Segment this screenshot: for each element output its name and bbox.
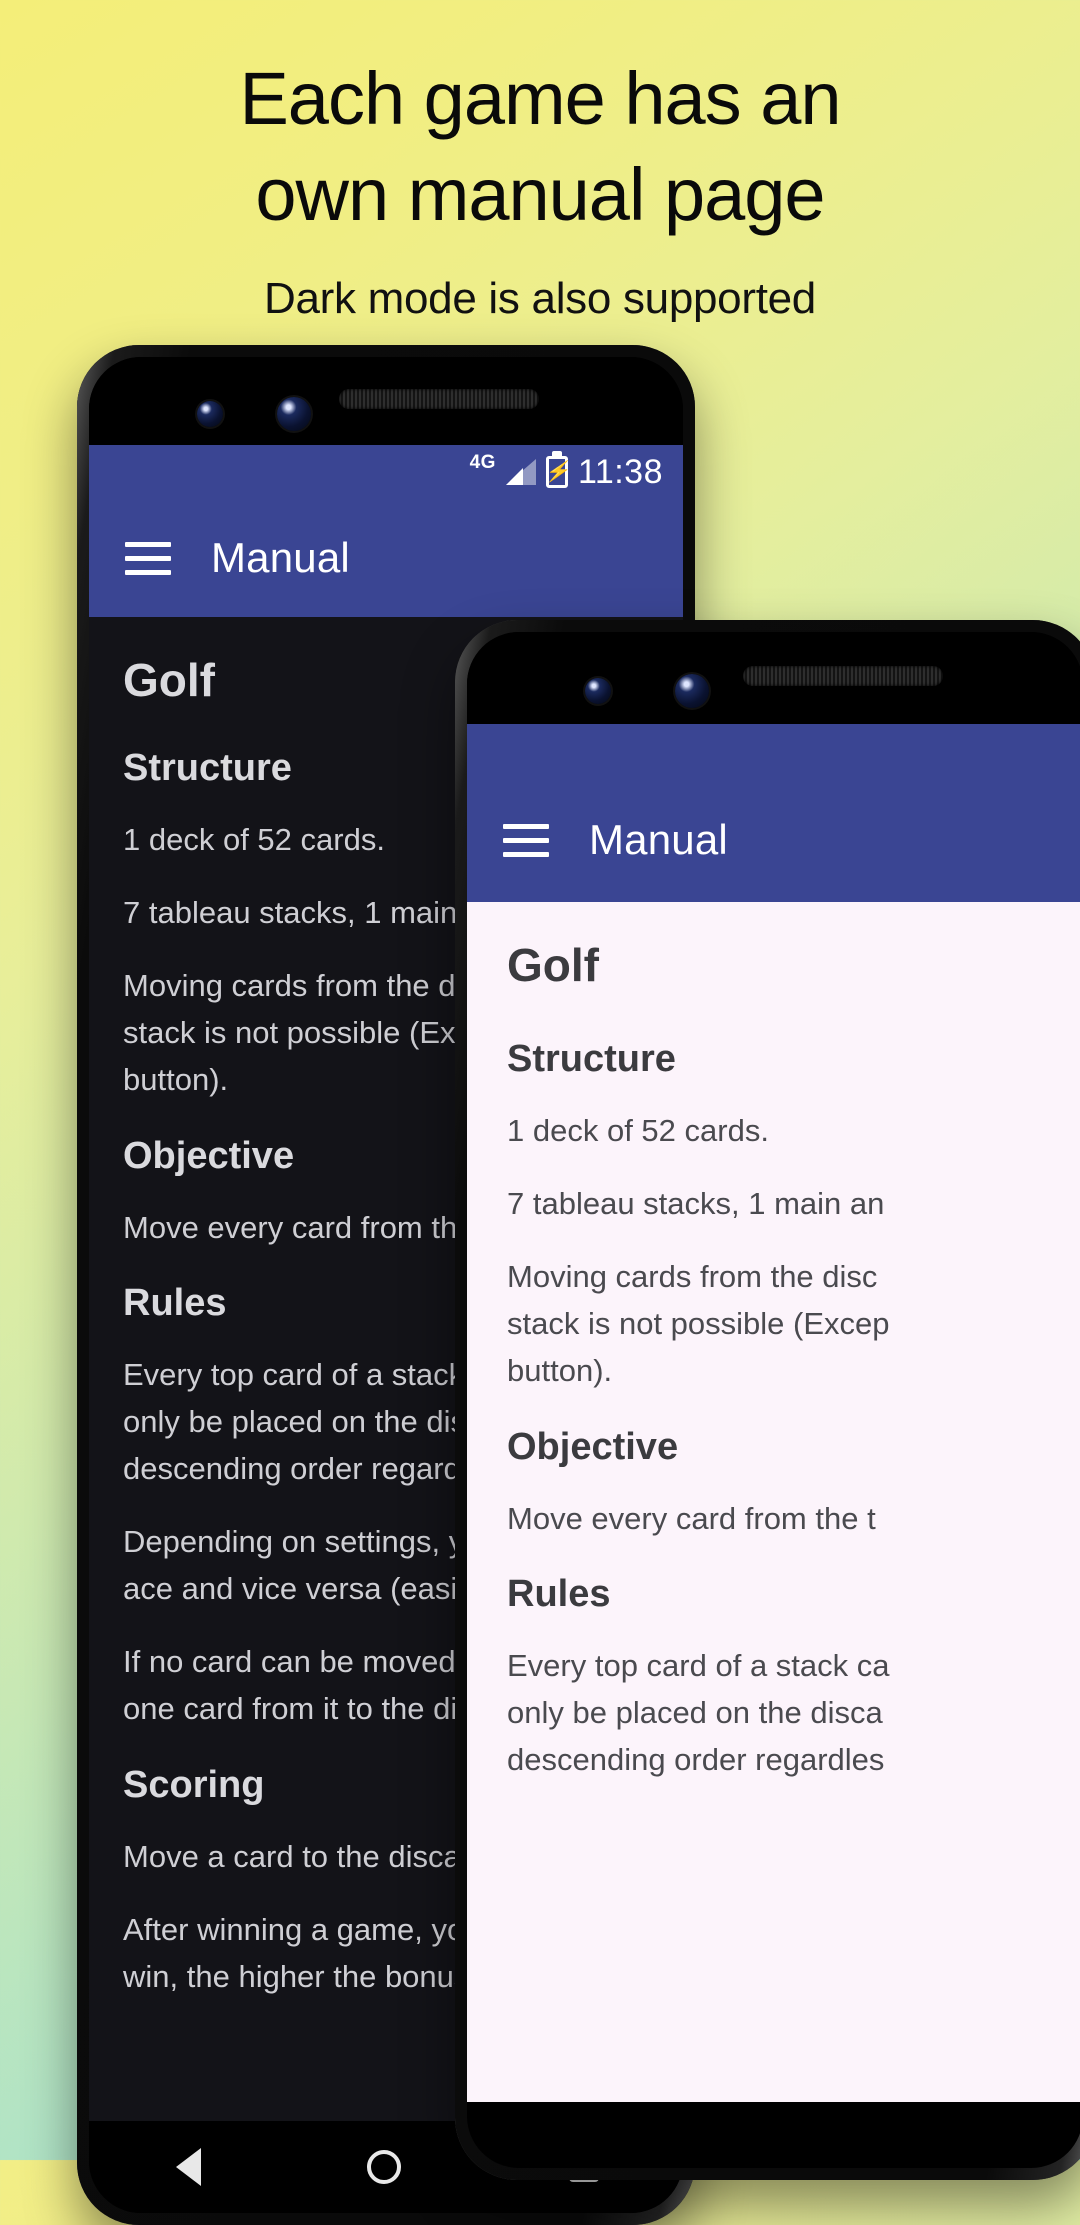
- section-heading-objective: Objective: [507, 1425, 679, 1468]
- phone-top-bezel: [89, 357, 683, 445]
- phone-top-bezel: [467, 632, 1080, 724]
- front-camera-icon: [197, 401, 223, 427]
- headline-line-2: own manual page: [255, 153, 825, 236]
- hamburger-menu-icon[interactable]: [125, 541, 171, 575]
- toolbar-dark: Manual: [89, 499, 683, 617]
- manual-paragraph: Move every card from the t: [507, 1500, 876, 1536]
- page-title: Each game has an own manual page: [0, 62, 1080, 232]
- front-camera-secondary-icon: [675, 674, 709, 708]
- manual-paragraph: only be placed on the disca: [507, 1695, 883, 1731]
- promo-header: Each game has an own manual page Dark mo…: [0, 0, 1080, 324]
- app-bar-dark: 4G ⚡ 11:38 Manual: [89, 445, 683, 617]
- manual-paragraph: Moving cards from the disc: [507, 1258, 878, 1294]
- app-bar-light: 11:38 Manual: [467, 724, 1080, 902]
- nav-back-icon[interactable]: [173, 2146, 201, 2188]
- front-camera-icon: [585, 678, 611, 704]
- promo-subtitle: Dark mode is also supported: [264, 274, 816, 323]
- earpiece-grille-icon: [743, 666, 943, 686]
- toolbar-title: Manual: [589, 816, 728, 863]
- status-bar-dark: 4G ⚡ 11:38: [89, 445, 683, 499]
- battery-charging-icon: ⚡: [544, 456, 569, 488]
- nav-home-icon[interactable]: [367, 2150, 402, 2184]
- manual-content-light[interactable]: Golf Structure 1 deck of 52 cards. 7 tab…: [467, 902, 1080, 2102]
- manual-paragraph: stack is not possible (Excep: [507, 1305, 890, 1341]
- manual-game-title: Golf: [507, 939, 599, 991]
- manual-paragraph: 1 deck of 52 cards.: [507, 1113, 769, 1148]
- manual-paragraph: 7 tableau stacks, 1 main an: [507, 1185, 885, 1221]
- front-camera-secondary-icon: [277, 397, 311, 431]
- manual-paragraph: Every top card of a stack ca: [507, 1648, 890, 1684]
- signal-bars-icon: [505, 459, 536, 485]
- phone-light-mode: 11:38 Manual Golf Structure 1 deck of 52…: [455, 620, 1080, 2180]
- manual-paragraph: descending order regardles: [507, 1742, 885, 1778]
- status-bar-clock: 11:38: [577, 452, 663, 491]
- section-heading-structure: Structure: [507, 1038, 676, 1080]
- section-heading-rules: Rules: [507, 1573, 611, 1616]
- network-type-label: 4G: [469, 452, 496, 473]
- phone-screen-light: 11:38 Manual Golf Structure 1 deck of 52…: [467, 632, 1080, 2168]
- manual-paragraph: button).: [507, 1352, 613, 1388]
- hamburger-menu-icon[interactable]: [503, 823, 549, 857]
- earpiece-grille-icon: [339, 389, 539, 409]
- toolbar-light: Manual: [467, 778, 1080, 902]
- toolbar-title: Manual: [211, 534, 350, 581]
- headline-line-1: Each game has an: [239, 57, 841, 140]
